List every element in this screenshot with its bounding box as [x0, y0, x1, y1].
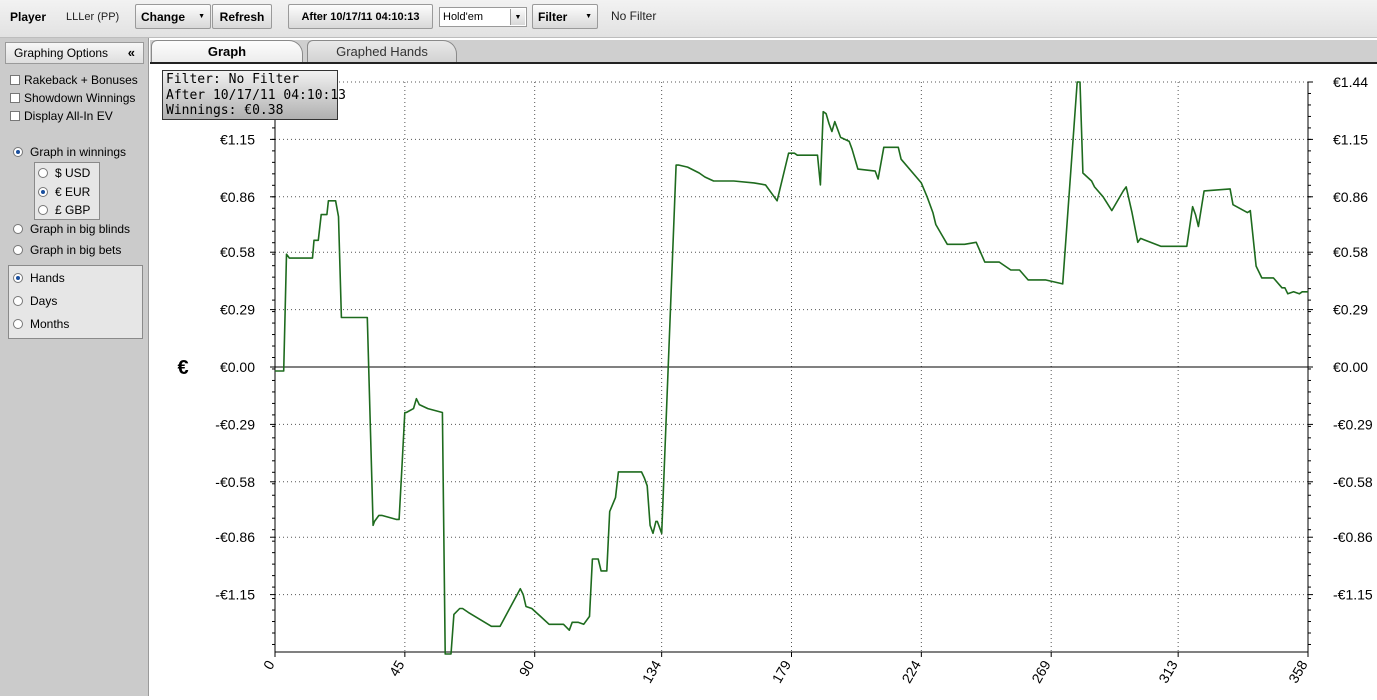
- radio-label: Months: [30, 317, 70, 331]
- tooltip-filter-line: Filter: No Filter: [166, 72, 300, 87]
- collapse-icon[interactable]: «: [128, 45, 135, 60]
- tab-label: Graphed Hands: [336, 44, 428, 59]
- radio-label: Graph in winnings: [30, 145, 127, 159]
- graphing-options-header[interactable]: Graphing Options «: [5, 42, 144, 64]
- checkbox-box[interactable]: [10, 111, 20, 121]
- x-tick-label: 90: [516, 657, 538, 679]
- checkbox-box[interactable]: [10, 75, 20, 85]
- tooltip-winnings-line: Winnings: €0.38: [166, 103, 284, 118]
- x-tick-label: 224: [898, 657, 924, 685]
- currency-usd-radio[interactable]: $ USD: [38, 166, 90, 180]
- radio-label: € EUR: [55, 185, 91, 199]
- radio-label: $ USD: [55, 166, 91, 180]
- game-type-value: Hold'em: [443, 11, 484, 23]
- currency-gbp-radio[interactable]: £ GBP: [38, 203, 90, 217]
- y-tick-label-right: -€1.15: [1333, 587, 1373, 603]
- player-name: LLLer (PP): [66, 11, 120, 23]
- radio-button[interactable]: [38, 187, 48, 197]
- radio-button[interactable]: [38, 168, 48, 178]
- x-axis-hands-radio[interactable]: Hands: [13, 271, 65, 285]
- x-tick-label: 134: [639, 657, 665, 685]
- radio-label: Days: [30, 294, 58, 308]
- radio-button[interactable]: [13, 273, 23, 283]
- graph-in-big-blinds-radio[interactable]: Graph in big blinds: [13, 222, 130, 236]
- y-tick-label-left: -€0.29: [215, 416, 255, 432]
- display-allin-ev-checkbox[interactable]: Display All-In EV: [10, 109, 113, 123]
- change-button-label: Change: [141, 9, 186, 24]
- checkbox-box[interactable]: [10, 93, 20, 103]
- y-tick-label-right: €0.00: [1333, 359, 1368, 375]
- y-tick-label-right: €0.86: [1333, 189, 1368, 205]
- tab-graphed-hands[interactable]: Graphed Hands: [307, 40, 457, 62]
- filter-button[interactable]: Filter ▼: [532, 4, 598, 29]
- filter-button-label: Filter: [538, 9, 568, 24]
- y-tick-label-left: €0.29: [220, 302, 255, 318]
- date-filter-label: After 10/17/11 04:10:13: [301, 10, 420, 23]
- x-tick-label: 0: [260, 657, 278, 672]
- graph-in-big-bets-radio[interactable]: Graph in big bets: [13, 243, 121, 257]
- filter-status: No Filter: [611, 9, 657, 23]
- refresh-button[interactable]: Refresh: [212, 4, 272, 29]
- date-filter-button[interactable]: After 10/17/11 04:10:13: [288, 4, 433, 29]
- y-tick-label-right: €1.15: [1333, 131, 1368, 147]
- y-tick-label-left: €0.58: [220, 244, 255, 260]
- y-tick-label-right: -€0.58: [1333, 474, 1373, 490]
- select-arrow-icon[interactable]: ▼: [510, 9, 525, 25]
- currency-eur-radio[interactable]: € EUR: [38, 185, 90, 199]
- graph-info-tooltip: Filter: No Filter After 10/17/11 04:10:1…: [162, 70, 347, 120]
- y-tick-label-left: €0.86: [220, 189, 255, 205]
- radio-button[interactable]: [13, 245, 23, 255]
- y-tick-label-right: €0.29: [1333, 302, 1368, 318]
- x-tick-label: 179: [769, 657, 795, 685]
- view-tabs: Graph Graphed Hands: [150, 40, 1377, 64]
- y-tick-label-left: -€0.86: [215, 529, 255, 545]
- winnings-series-line: [275, 81, 1308, 655]
- radio-button[interactable]: [13, 224, 23, 234]
- radio-button[interactable]: [38, 205, 48, 215]
- x-tick-label: 313: [1155, 657, 1181, 685]
- dropdown-arrow-icon: ▼: [585, 13, 592, 20]
- y-axis-label: €: [177, 357, 188, 379]
- toolbar: Player LLLer (PP) Change ▼ Refresh After…: [0, 0, 1377, 38]
- radio-label: Graph in big blinds: [30, 222, 131, 236]
- y-tick-label-right: -€0.86: [1333, 529, 1373, 545]
- graph-in-winnings-radio[interactable]: Graph in winnings: [13, 145, 126, 159]
- checkbox-label: Showdown Winnings: [24, 91, 136, 105]
- graphing-options-sidebar: Graphing Options « Rakeback + Bonuses Sh…: [0, 38, 149, 696]
- refresh-button-label: Refresh: [219, 9, 265, 24]
- radio-button[interactable]: [13, 296, 23, 306]
- checkbox-label: Display All-In EV: [24, 109, 113, 123]
- tab-label: Graph: [207, 44, 247, 59]
- winnings-chart-svg: €1.44€1.44€1.15€1.15€0.86€0.86€0.58€0.58…: [177, 74, 1373, 686]
- x-tick-label: 269: [1028, 657, 1054, 685]
- y-tick-label-left: -€1.15: [215, 587, 255, 603]
- x-axis-days-radio[interactable]: Days: [13, 294, 57, 308]
- winnings-graph: €1.44€1.44€1.15€1.15€0.86€0.86€0.58€0.58…: [150, 64, 1377, 696]
- y-tick-label-left: €1.15: [220, 131, 255, 147]
- radio-label: £ GBP: [55, 203, 91, 217]
- y-tick-label-right: €1.44: [1333, 74, 1368, 90]
- y-tick-label-left: €0.00: [220, 359, 255, 375]
- graphing-options-title: Graphing Options: [14, 46, 109, 60]
- dropdown-arrow-icon: ▼: [198, 13, 205, 20]
- tab-graph[interactable]: Graph: [151, 40, 303, 62]
- game-type-select[interactable]: Hold'em ▼: [439, 7, 527, 27]
- showdown-winnings-checkbox[interactable]: Showdown Winnings: [10, 91, 135, 105]
- rakeback-bonuses-checkbox[interactable]: Rakeback + Bonuses: [10, 73, 138, 87]
- radio-button[interactable]: [13, 319, 23, 329]
- change-button[interactable]: Change ▼: [135, 4, 211, 29]
- x-tick-label: 358: [1285, 657, 1311, 685]
- y-tick-label-right: -€0.29: [1333, 416, 1373, 432]
- tooltip-date-line: After 10/17/11 04:10:13: [166, 87, 347, 103]
- checkbox-label: Rakeback + Bonuses: [24, 73, 138, 87]
- radio-label: Graph in big bets: [30, 243, 122, 257]
- radio-label: Hands: [30, 271, 65, 285]
- radio-button[interactable]: [13, 147, 23, 157]
- player-label: Player: [10, 10, 47, 24]
- y-tick-label-left: -€0.58: [215, 474, 255, 490]
- x-axis-months-radio[interactable]: Months: [13, 317, 69, 331]
- y-tick-label-right: €0.58: [1333, 244, 1368, 260]
- x-tick-label: 45: [386, 657, 408, 679]
